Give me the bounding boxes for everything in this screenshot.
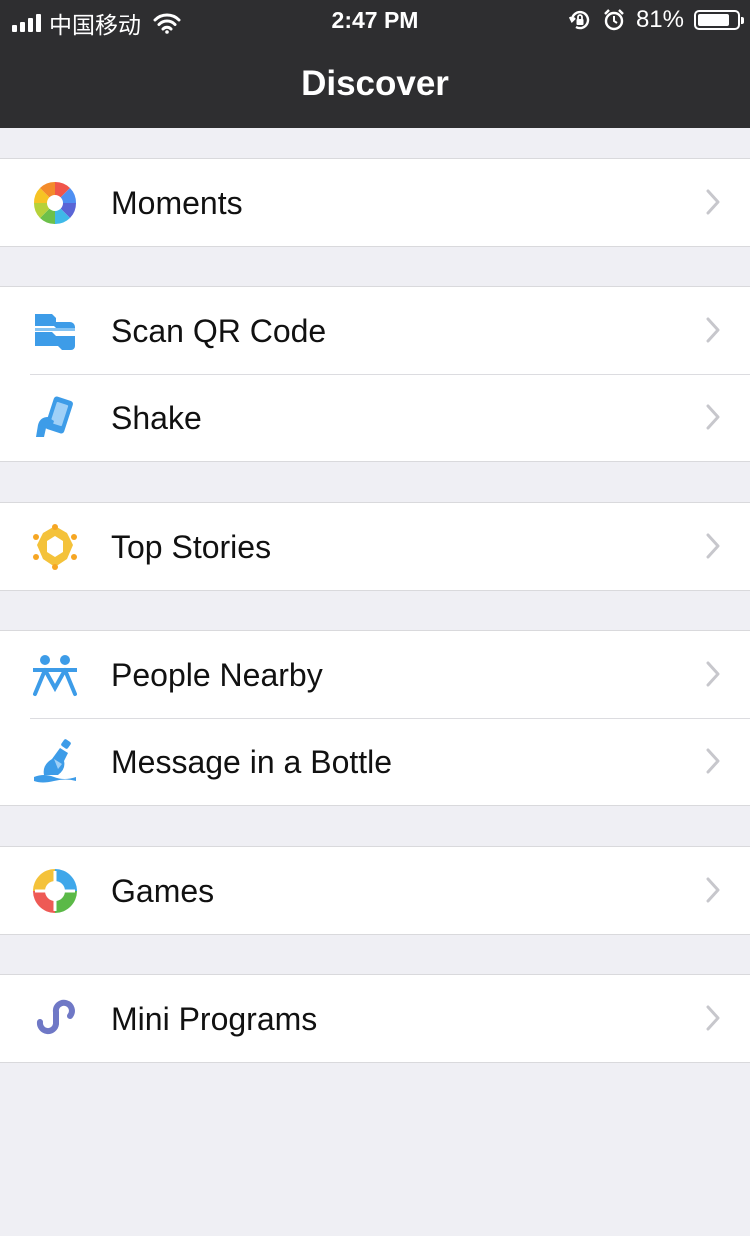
list-item-shake[interactable]: Shake (0, 374, 750, 461)
shake-icon (32, 395, 78, 441)
people-nearby-icon (32, 652, 78, 698)
list-item-label: Games (111, 873, 215, 909)
top-stories-icon (32, 524, 78, 570)
battery-icon (694, 10, 744, 30)
list-item-label: Mini Programs (111, 1001, 318, 1037)
list-item-label: People Nearby (111, 657, 323, 693)
list-item-label: Shake (111, 400, 202, 436)
status-bar: 中国移动 2:47 PM 81% (0, 0, 750, 40)
chevron-right-icon (706, 189, 720, 215)
games-icon (32, 868, 78, 914)
chevron-right-icon (706, 317, 720, 343)
chevron-right-icon (706, 748, 720, 774)
chevron-right-icon (706, 661, 720, 687)
chevron-right-icon (706, 1005, 720, 1031)
list-item-label: Top Stories (111, 529, 272, 565)
mini-programs-icon (32, 996, 78, 1042)
chevron-right-icon (706, 404, 720, 430)
list-item-label: Message in a Bottle (111, 744, 393, 780)
group-games: Games (0, 846, 750, 935)
list-item-games[interactable]: Games (0, 847, 750, 934)
chevron-right-icon (706, 877, 720, 903)
alarm-icon (604, 9, 624, 31)
page-title: Discover (301, 64, 449, 103)
group-mini-programs: Mini Programs (0, 974, 750, 1063)
list-item-mini-programs[interactable]: Mini Programs (0, 975, 750, 1062)
scan-icon (32, 308, 78, 354)
battery-percent: 81% (635, 6, 684, 33)
group-top-stories: Top Stories (0, 502, 750, 591)
moments-icon (32, 180, 78, 226)
list-item-scan-qr-code[interactable]: Scan QR Code (0, 287, 750, 374)
list-item-people-nearby[interactable]: People Nearby (0, 631, 750, 718)
group-people-bottle: People Nearby Message in a Bottle (0, 630, 750, 806)
chevron-right-icon (706, 533, 720, 559)
group-scan-shake: Scan QR Code Shake (0, 286, 750, 462)
bottle-icon (32, 739, 78, 785)
list-item-moments[interactable]: Moments (0, 159, 750, 246)
list-item-label: Moments (111, 185, 243, 221)
list-item-top-stories[interactable]: Top Stories (0, 503, 750, 590)
navigation-bar: 中国移动 2:47 PM 81% Discover (0, 0, 750, 128)
list-item-message-in-a-bottle[interactable]: Message in a Bottle (0, 718, 750, 805)
rotation-lock-icon (568, 10, 590, 30)
list-item-label: Scan QR Code (111, 313, 327, 349)
group-moments: Moments (0, 158, 750, 247)
